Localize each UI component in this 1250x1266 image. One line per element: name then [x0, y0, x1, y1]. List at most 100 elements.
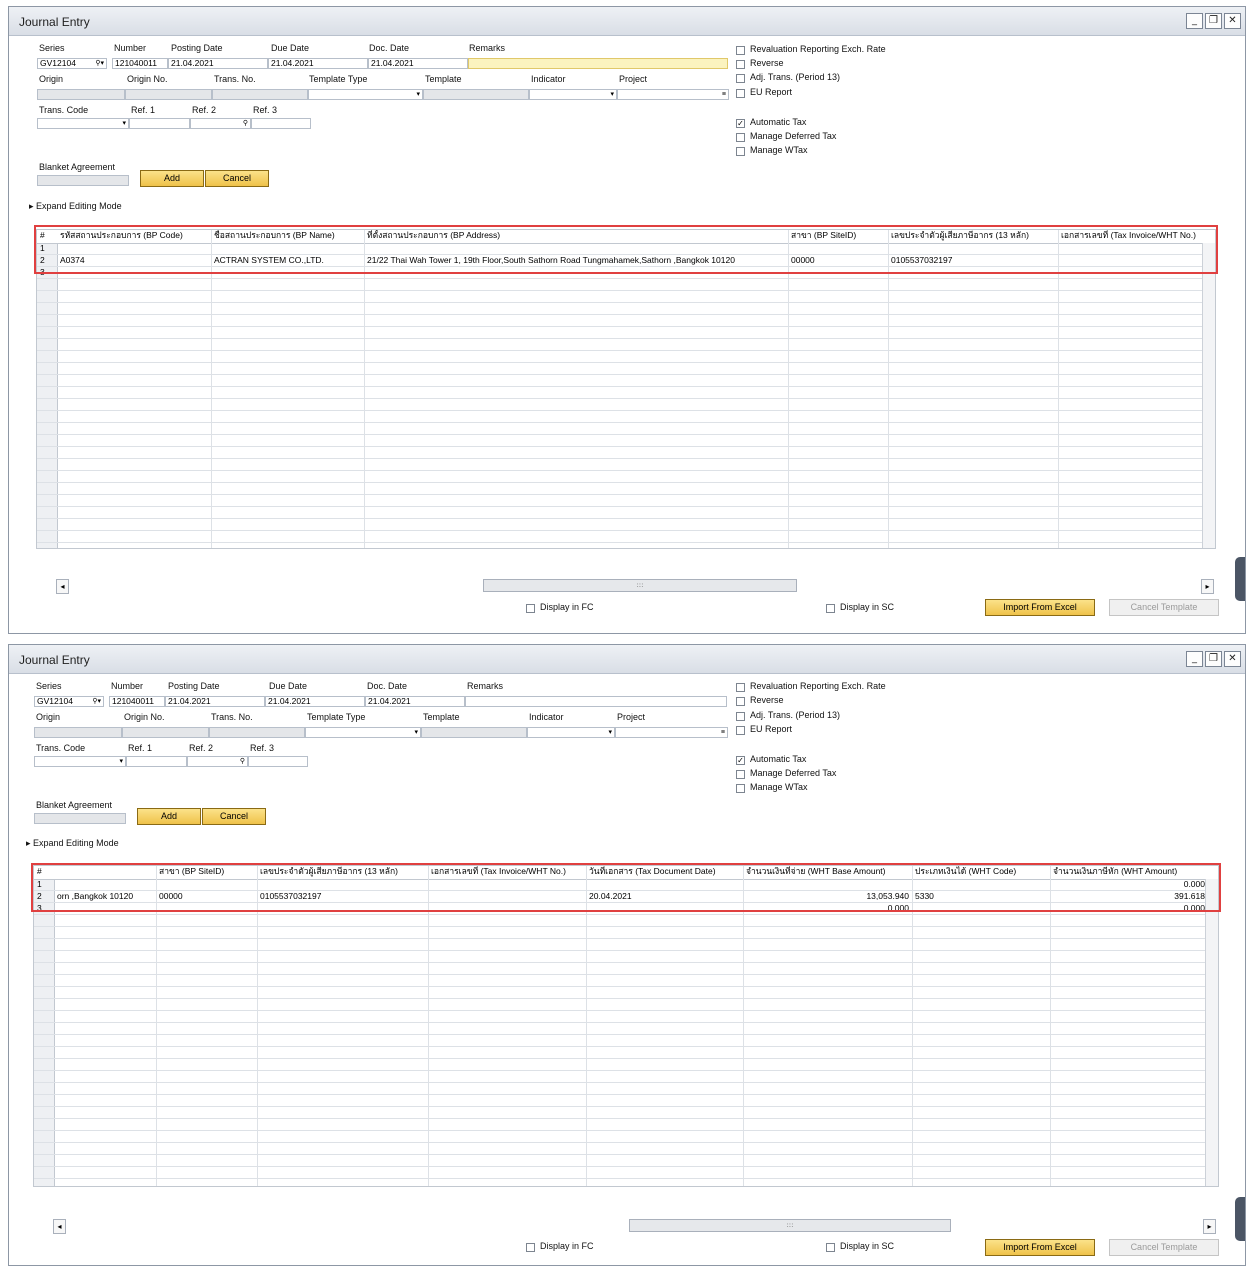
series-label: Series — [39, 43, 65, 53]
add-button[interactable]: Add — [137, 808, 201, 825]
ref2-field[interactable]: ⚲ — [190, 118, 251, 129]
display-fc-label: Display in FC — [540, 1241, 594, 1251]
cancel-template-button[interactable]: Cancel Template — [1109, 1239, 1219, 1256]
scroll-left-icon[interactable]: ◂ — [56, 579, 69, 594]
import-from-excel-button[interactable]: Import From Excel — [985, 1239, 1095, 1256]
origin-no-field — [122, 727, 209, 738]
horizontal-scrollbar[interactable]: ::: — [483, 579, 797, 592]
posting-date-field[interactable]: 21.04.2021 — [165, 696, 265, 707]
manage-wtax-checkbox[interactable] — [736, 147, 745, 156]
scroll-left-icon[interactable]: ◂ — [53, 1219, 66, 1234]
cancel-button[interactable]: Cancel — [205, 170, 269, 187]
close-icon[interactable]: ✕ — [1224, 651, 1241, 667]
template-type-label: Template Type — [309, 74, 368, 84]
ref1-field[interactable] — [129, 118, 190, 129]
adj-trans-label: Adj. Trans. (Period 13) — [750, 710, 841, 720]
reval-label: Revaluation Reporting Exch. Rate — [750, 44, 886, 54]
ref3-label: Ref. 3 — [253, 105, 278, 115]
ref2-label: Ref. 2 — [192, 105, 217, 115]
series-field[interactable]: GV12104 ⚲▾ — [34, 696, 104, 707]
automatic-tax-label: Automatic Tax — [750, 754, 807, 764]
minimize-icon[interactable]: _ — [1186, 13, 1203, 29]
template-type-select[interactable]: ▾ — [305, 727, 421, 738]
blanket-agreement-label: Blanket Agreement — [36, 800, 113, 810]
indicator-label: Indicator — [531, 74, 566, 84]
project-field[interactable]: ≡ — [617, 89, 729, 100]
vertical-scrollbar[interactable] — [1202, 243, 1215, 548]
doc-date-label: Doc. Date — [369, 43, 410, 53]
add-button[interactable]: Add — [140, 170, 204, 187]
reval-checkbox[interactable] — [736, 683, 745, 692]
remarks-field[interactable] — [465, 696, 727, 707]
project-field[interactable]: ≡ — [615, 727, 728, 738]
deferred-tax-checkbox[interactable] — [736, 770, 745, 779]
remarks-field[interactable] — [468, 58, 728, 69]
reverse-checkbox[interactable] — [736, 60, 745, 69]
cancel-button[interactable]: Cancel — [202, 808, 266, 825]
display-sc-checkbox[interactable] — [826, 1243, 835, 1252]
list-icon: ≡ — [720, 729, 725, 736]
indicator-select[interactable]: ▾ — [529, 89, 617, 100]
blanket-agreement-label: Blanket Agreement — [39, 162, 116, 172]
expand-editing-mode-link[interactable]: ▸ Expand Editing Mode — [26, 838, 119, 849]
origin-label: Origin — [39, 74, 64, 84]
journal-entry-window-2: Journal Entry _ ❐ ✕ Series Number Postin… — [8, 644, 1246, 1266]
eu-report-checkbox[interactable] — [736, 89, 745, 98]
ref3-field[interactable] — [248, 756, 308, 767]
list-icon: ≡ — [721, 91, 726, 98]
ref3-field[interactable] — [251, 118, 311, 129]
manage-wtax-label: Manage WTax — [750, 782, 808, 792]
display-fc-checkbox[interactable] — [526, 1243, 535, 1252]
remarks-label: Remarks — [467, 681, 504, 691]
automatic-tax-checkbox[interactable]: ✓ — [736, 119, 745, 128]
display-fc-checkbox[interactable] — [526, 604, 535, 613]
display-sc-checkbox[interactable] — [826, 604, 835, 613]
adj-trans-checkbox[interactable] — [736, 712, 745, 721]
eu-report-checkbox[interactable] — [736, 726, 745, 735]
trans-no-label: Trans. No. — [214, 74, 256, 84]
scroll-right-icon[interactable]: ▸ — [1203, 1219, 1216, 1234]
template-field — [421, 727, 527, 738]
number-field[interactable]: 121040011 — [112, 58, 168, 69]
title-bar: Journal Entry _ ❐ ✕ — [9, 7, 1245, 36]
series-field[interactable]: GV12104 ⚲▾ — [37, 58, 107, 69]
search-icon: ⚲ — [242, 120, 248, 127]
close-icon[interactable]: ✕ — [1224, 13, 1241, 29]
ref1-field[interactable] — [126, 756, 187, 767]
adj-trans-checkbox[interactable] — [736, 74, 745, 83]
template-type-select[interactable]: ▾ — [308, 89, 423, 100]
posting-date-field[interactable]: 21.04.2021 — [168, 58, 268, 69]
trans-code-select[interactable]: ▾ — [34, 756, 126, 767]
due-date-label: Due Date — [271, 43, 310, 53]
import-from-excel-button[interactable]: Import From Excel — [985, 599, 1095, 616]
cancel-template-button[interactable]: Cancel Template — [1109, 599, 1219, 616]
deferred-tax-checkbox[interactable] — [736, 133, 745, 142]
minimize-icon[interactable]: _ — [1186, 651, 1203, 667]
due-date-field[interactable]: 21.04.2021 — [268, 58, 368, 69]
doc-date-field[interactable]: 21.04.2021 — [365, 696, 465, 707]
side-panel-tab[interactable] — [1235, 557, 1245, 601]
scroll-right-icon[interactable]: ▸ — [1201, 579, 1214, 594]
expand-editing-mode-link[interactable]: ▸ Expand Editing Mode — [29, 201, 122, 212]
automatic-tax-checkbox[interactable]: ✓ — [736, 756, 745, 765]
ref2-field[interactable]: ⚲ — [187, 756, 248, 767]
reverse-checkbox[interactable] — [736, 697, 745, 706]
remarks-label: Remarks — [469, 43, 506, 53]
restore-icon[interactable]: ❐ — [1205, 651, 1222, 667]
manage-wtax-checkbox[interactable] — [736, 784, 745, 793]
number-field[interactable]: 121040011 — [109, 696, 165, 707]
trans-code-select[interactable]: ▾ — [37, 118, 129, 129]
due-date-field[interactable]: 21.04.2021 — [265, 696, 365, 707]
doc-date-field[interactable]: 21.04.2021 — [368, 58, 468, 69]
vertical-scrollbar[interactable] — [1205, 879, 1218, 1186]
project-label: Project — [617, 712, 646, 722]
indicator-select[interactable]: ▾ — [527, 727, 615, 738]
origin-label: Origin — [36, 712, 61, 722]
restore-icon[interactable]: ❐ — [1205, 13, 1222, 29]
origin-field — [37, 89, 125, 100]
side-panel-tab[interactable] — [1235, 1197, 1245, 1241]
reval-checkbox[interactable] — [736, 46, 745, 55]
indicator-label: Indicator — [529, 712, 564, 722]
trans-no-label: Trans. No. — [211, 712, 253, 722]
horizontal-scrollbar[interactable]: ::: — [629, 1219, 951, 1232]
